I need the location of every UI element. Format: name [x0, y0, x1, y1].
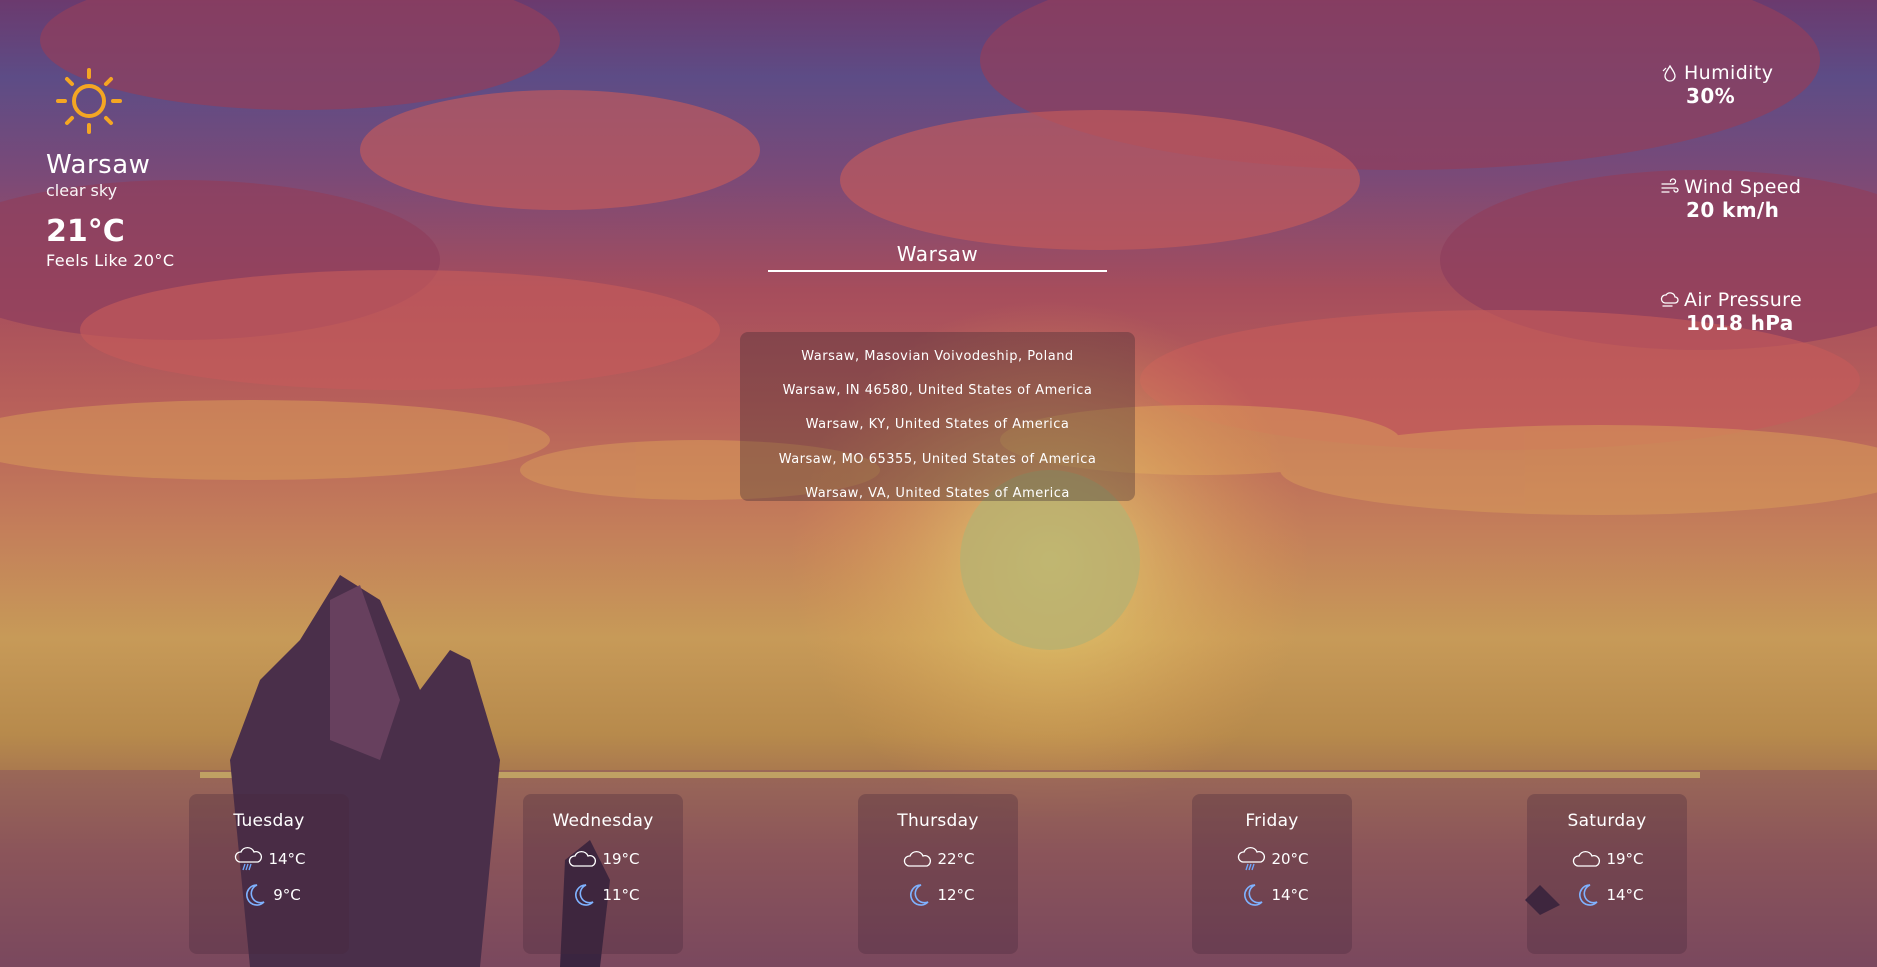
forecast-day-temp: 19°C: [1606, 850, 1644, 868]
forecast-day: Thursday: [897, 811, 979, 831]
humidity-value: 30%: [1686, 84, 1736, 108]
city-search: [768, 240, 1107, 272]
moon-icon: [1244, 884, 1264, 906]
wind-icon: [1661, 178, 1679, 193]
moon-icon: [910, 884, 930, 906]
forecast-day: Saturday: [1567, 811, 1647, 831]
suggestion-item[interactable]: Warsaw, Masovian Voivodeship, Poland: [740, 340, 1135, 374]
wind-stat: Wind Speed 20 km/h: [1660, 176, 1860, 222]
forecast-card: Tuesday 14°C 9°C: [189, 794, 349, 954]
forecast-day: Wednesday: [552, 811, 654, 831]
weather-description: clear sky: [46, 181, 118, 200]
search-input[interactable]: [768, 240, 1107, 272]
forecast-day-temp: 22°C: [937, 850, 975, 868]
wind-value: 20 km/h: [1686, 198, 1780, 222]
rain-cloud-icon: [1238, 846, 1266, 871]
forecast-night-temp: 14°C: [1606, 886, 1644, 904]
cloud-icon: [1573, 850, 1601, 867]
forecast-day-temp: 14°C: [268, 850, 306, 868]
humidity-stat: Humidity 30%: [1660, 62, 1860, 108]
current-city: Warsaw: [46, 150, 151, 180]
forecast-day: Tuesday: [233, 811, 305, 831]
pressure-stat: Air Pressure 1018 hPa: [1660, 289, 1860, 335]
current-weather: Warsaw clear sky 21°C Feels Like 20°C: [46, 66, 174, 272]
forecast-card: Saturday 19°C 14°C: [1527, 794, 1687, 954]
moon-icon: [246, 884, 265, 906]
forecast-day: Friday: [1245, 811, 1299, 831]
forecast-night-temp: 14°C: [1271, 886, 1309, 904]
moon-icon: [1579, 884, 1599, 906]
suggestion-item[interactable]: Warsaw, VA, United States of America: [740, 477, 1135, 511]
forecast-night-temp: 9°C: [273, 886, 301, 904]
forecast-day-temp: 19°C: [602, 850, 640, 868]
cloud-icon: [569, 850, 597, 867]
rain-cloud-icon: [235, 846, 263, 871]
suggestion-item[interactable]: Warsaw, IN 46580, United States of Ameri…: [740, 374, 1135, 408]
pressure-label: Air Pressure: [1684, 289, 1803, 311]
current-temperature: 21°C: [46, 214, 125, 249]
forecast-day-temp: 20°C: [1271, 850, 1309, 868]
forecast-card: Thursday 22°C 12°C: [858, 794, 1018, 954]
forecast-night-temp: 12°C: [937, 886, 975, 904]
cloud-icon: [904, 850, 932, 867]
humidity-icon: [1662, 64, 1676, 82]
moon-icon: [575, 884, 595, 906]
forecast-card: Wednesday 19°C 11°C: [523, 794, 683, 954]
wind-label: Wind Speed: [1684, 176, 1802, 198]
pressure-value: 1018 hPa: [1686, 311, 1794, 335]
pressure-icon: [1660, 292, 1679, 307]
sun-icon: [56, 68, 122, 134]
suggestion-item[interactable]: Warsaw, MO 65355, United States of Ameri…: [740, 443, 1135, 477]
humidity-label: Humidity: [1684, 62, 1774, 84]
forecast-card: Friday 20°C 14°C: [1192, 794, 1352, 954]
forecast-night-temp: 11°C: [602, 886, 640, 904]
suggestion-item[interactable]: Warsaw, KY, United States of America: [740, 408, 1135, 442]
feels-like: Feels Like 20°C: [46, 251, 175, 270]
search-suggestions: Warsaw, Masovian Voivodeship, Poland War…: [740, 332, 1135, 501]
